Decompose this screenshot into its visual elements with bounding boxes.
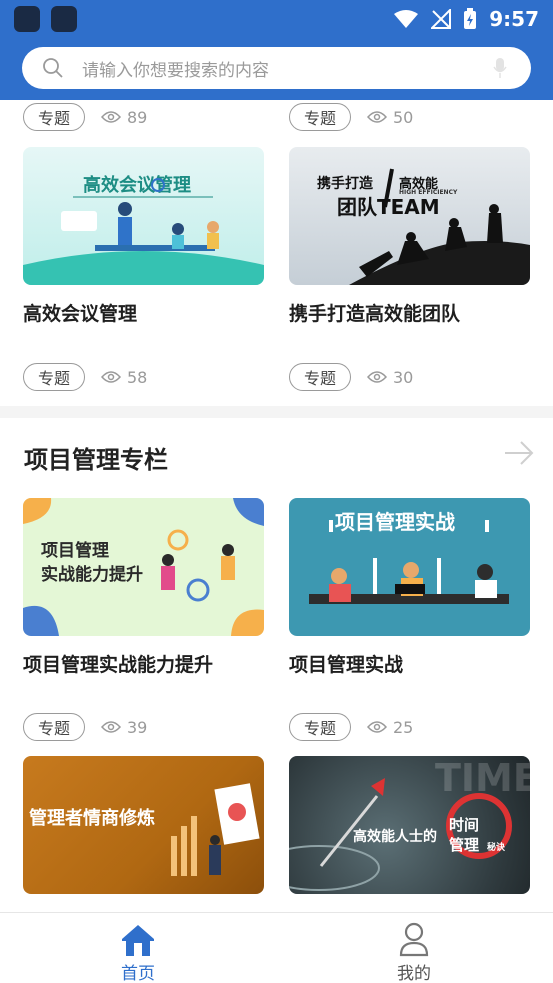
battery-icon [464,8,477,29]
status-bar: 9:57 [393,6,539,32]
course-title[interactable]: 高效会议管理 [23,299,264,326]
course-card[interactable]: 携手打造 高效能 HIGH EFFICIENCY 团队TEAM 携手打造高效能团… [289,147,530,326]
view-count: 50 [367,108,413,127]
notification-icon [14,6,40,32]
bottom-nav: 首页 我的 [0,912,553,983]
view-count: 89 [101,108,147,127]
content-area[interactable]: 专题 89 专题 50 高效会议管理 高效会议管理 携手打造 高效能 HIGH … [0,100,553,912]
card-meta: 专题 58 [23,363,147,391]
project-illustration [23,498,264,636]
course-thumbnail: 高效会议管理 [23,147,264,285]
topic-tag: 专题 [23,363,85,391]
course-title[interactable]: 携手打造高效能团队 [289,299,530,326]
view-count: 39 [101,718,147,737]
no-signal-icon [431,9,452,29]
course-title[interactable]: 项目管理实战能力提升 [23,650,264,677]
view-count: 25 [367,718,413,737]
card-meta: 专题 50 [289,103,413,131]
thumbnail-text: 高效能人士的 [353,829,437,845]
meeting-illustration [23,178,264,285]
topic-tag: 专题 [23,103,85,131]
course-thumbnail: 项目管理实战 [289,498,530,636]
view-count: 30 [367,368,413,387]
course-card[interactable]: TIME 高效能人士的 时间 管理 秘诀 [289,756,530,894]
course-thumbnail: 携手打造 高效能 HIGH EFFICIENCY 团队TEAM [289,147,530,285]
nav-profile[interactable]: 我的 [354,913,474,983]
nav-profile-label: 我的 [397,964,431,983]
view-count: 58 [101,368,147,387]
nav-home-label: 首页 [121,964,155,983]
card-meta: 专题 30 [289,363,413,391]
arrow-right-icon[interactable] [503,440,535,466]
thumbnail-text: 时间 [449,816,480,834]
dart-illustration [289,778,512,891]
emotional-intelligence-illustration [171,783,260,876]
course-thumbnail: 管理者情商修炼 [23,756,264,894]
card-meta: 专题 25 [289,713,413,741]
topic-tag: 专题 [289,103,351,131]
course-card[interactable]: 项目管理 实战能力提升 项目管理实战能力提升 [23,498,264,677]
search-icon [43,58,63,78]
course-card[interactable]: 高效会议管理 高效会议管理 [23,147,264,326]
eye-icon [101,371,121,383]
topic-tag: 专题 [289,363,351,391]
search-bar[interactable]: 请输入你想要搜索的内容 [22,47,531,89]
section-divider [0,406,553,418]
card-meta: 专题 39 [23,713,147,741]
home-icon [122,925,154,956]
person-icon [399,922,429,957]
section-title: 项目管理专栏 [24,446,168,474]
climbing-illustration [349,168,530,285]
microphone-icon[interactable] [493,57,507,79]
team-desk-illustration [309,520,509,604]
topic-tag: 专题 [289,713,351,741]
card-meta: 专题 89 [23,103,147,131]
course-card[interactable]: 管理者情商修炼 [23,756,264,894]
course-card[interactable]: 项目管理实战 项目管理实战 [289,498,530,677]
course-thumbnail: TIME 高效能人士的 时间 管理 秘诀 [289,756,530,894]
notification-icon [51,6,77,32]
nav-home[interactable]: 首页 [78,913,198,983]
app-header: 9:57 请输入你想要搜索的内容 [0,0,553,100]
topic-tag: 专题 [23,713,85,741]
eye-icon [367,111,387,123]
search-placeholder[interactable]: 请输入你想要搜索的内容 [82,56,269,81]
wifi-icon [394,10,419,28]
thumbnail-text: 秘诀 [487,843,506,853]
eye-icon [367,371,387,383]
course-title[interactable]: 项目管理实战 [289,650,530,677]
status-time: 9:57 [489,7,539,31]
eye-icon [101,721,121,733]
eye-icon [101,111,121,123]
course-thumbnail: 项目管理 实战能力提升 [23,498,264,636]
eye-icon [367,721,387,733]
thumbnail-text: 管理 [449,836,480,854]
